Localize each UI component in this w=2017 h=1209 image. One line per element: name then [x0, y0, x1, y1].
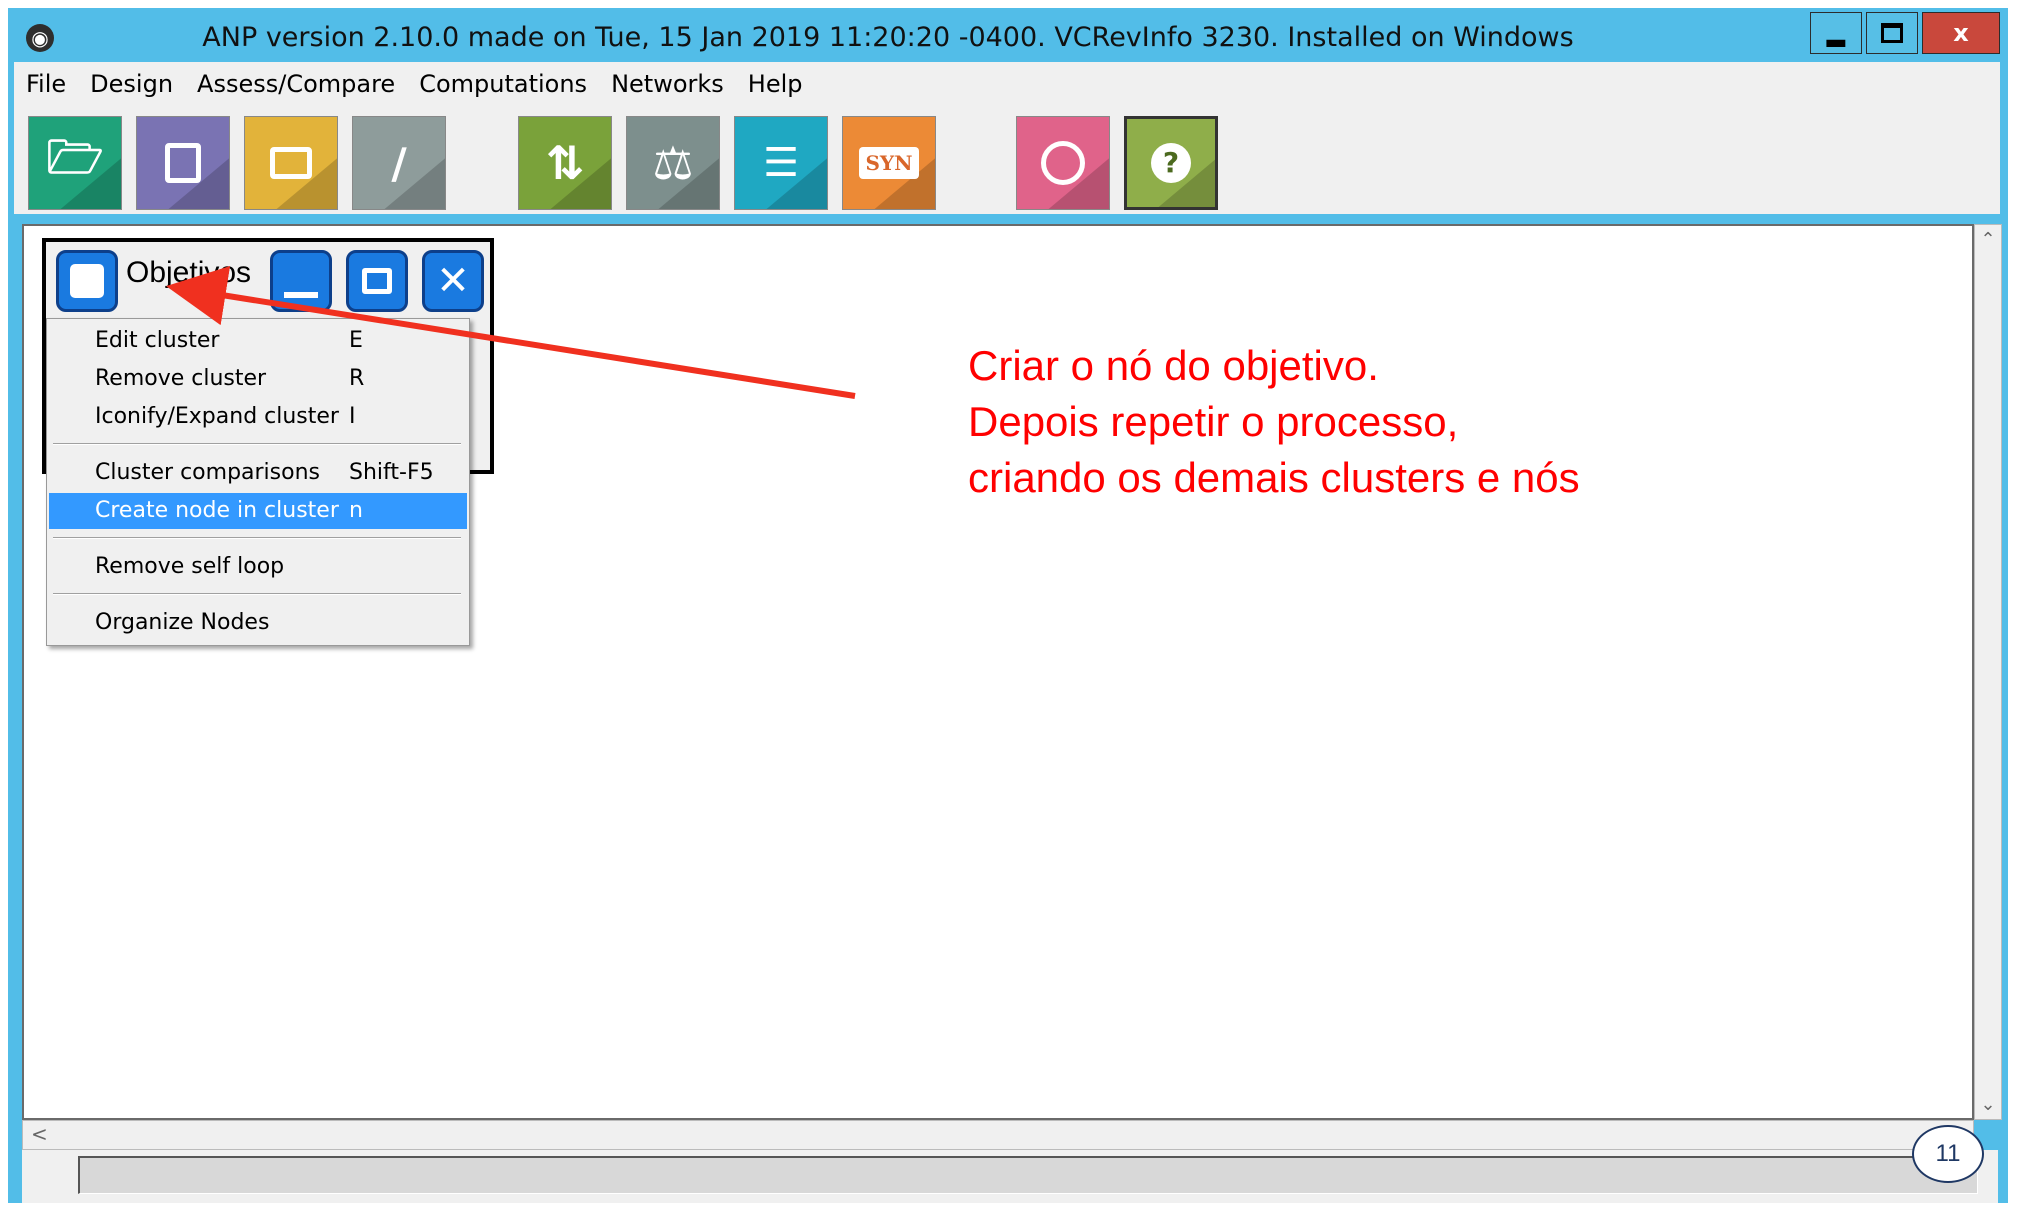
balance-icon: ⚖ — [652, 136, 694, 190]
broadcast-icon — [1041, 141, 1085, 185]
synthesis-icon: SYN — [859, 147, 919, 179]
menu-help[interactable]: Help — [736, 70, 815, 98]
close-icon: x — [1953, 19, 1969, 47]
menu-item-organize-nodes[interactable]: Organize Nodes — [49, 605, 467, 641]
menu-separator — [53, 537, 461, 539]
horizontal-scrollbar[interactable]: < — [22, 1120, 1974, 1150]
globe-icon[interactable]: ◉ — [26, 24, 54, 52]
maximize-icon[interactable] — [346, 250, 408, 312]
menu-separator — [53, 443, 461, 445]
menu-file[interactable]: File — [14, 70, 78, 98]
scroll-down-icon[interactable]: ⌄ — [1975, 1094, 2001, 1115]
maximize-button[interactable] — [1866, 12, 1918, 54]
close-icon[interactable]: ✕ — [422, 250, 484, 312]
menu-bar: File Design Assess/Compare Computations … — [14, 62, 2000, 106]
help-icon: ? — [1151, 143, 1191, 183]
refresh-icon: ⇅ — [545, 136, 585, 190]
cluster-icon[interactable] — [56, 250, 118, 312]
context-menu: Edit cluster E Remove cluster R Iconify/Ex… — [46, 318, 470, 646]
annotation-line: Depois repetir o processo, — [968, 398, 1459, 445]
help-button[interactable]: ? — [1124, 116, 1218, 210]
scroll-left-icon[interactable]: < — [31, 1122, 48, 1146]
network-button[interactable] — [1016, 116, 1110, 210]
menu-item-remove-cluster[interactable]: Remove cluster R — [49, 361, 467, 397]
menu-assess-compare[interactable]: Assess/Compare — [185, 70, 407, 98]
title-bar[interactable]: ◉ ANP version 2.10.0 made on Tue, 15 Jan… — [8, 8, 2008, 68]
sliders-icon: ☰ — [763, 140, 799, 186]
open-folder-icon: 🗁 — [46, 130, 104, 184]
menu-computations[interactable]: Computations — [407, 70, 599, 98]
compare-button[interactable]: ⚖ — [626, 116, 720, 210]
toolbar: 🗁 ∕ ⇅ ⚖ ☰ SYN ? — [14, 106, 2000, 214]
cluster-name: Objetivos — [126, 256, 252, 289]
save-icon — [165, 143, 201, 183]
settings-button[interactable]: ☰ — [734, 116, 828, 210]
menu-separator — [53, 593, 461, 595]
menu-item-edit-cluster[interactable]: Edit cluster E — [49, 323, 467, 359]
menu-item-remove-self-loop[interactable]: Remove self loop — [49, 549, 467, 585]
print-button[interactable] — [244, 116, 338, 210]
minimize-icon: ▂ — [1826, 19, 1846, 47]
menu-item-create-node[interactable]: Create node in cluster n — [49, 493, 467, 529]
vertical-scrollbar[interactable]: ⌃ ⌄ — [1974, 224, 2002, 1120]
maximize-icon — [1881, 23, 1903, 43]
print-icon — [270, 147, 312, 179]
save-button[interactable] — [136, 116, 230, 210]
window-title: ANP version 2.10.0 made on Tue, 15 Jan 2… — [202, 22, 1574, 53]
scroll-up-icon[interactable]: ⌃ — [1975, 229, 2001, 250]
status-bar — [22, 1150, 1998, 1203]
menu-networks[interactable]: Networks — [599, 70, 736, 98]
synthesis-button[interactable]: SYN — [842, 116, 936, 210]
page-number: 11 — [1912, 1125, 1984, 1183]
close-button[interactable]: x — [1922, 12, 2000, 54]
menu-design[interactable]: Design — [78, 70, 185, 98]
cluster-header[interactable]: Objetivos ✕ — [50, 246, 490, 316]
status-field — [78, 1156, 1978, 1194]
open-button[interactable]: 🗁 — [28, 116, 122, 210]
minimize-button[interactable]: ▂ — [1810, 12, 1862, 54]
annotation-line: Criar o nó do objetivo. — [968, 342, 1379, 389]
annotation-text: Criar o nó do objetivo. Depois repetir o… — [968, 338, 1580, 506]
menu-item-cluster-comparisons[interactable]: Cluster comparisons Shift-F5 — [49, 455, 467, 491]
attach-button[interactable]: ∕ — [352, 116, 446, 210]
menu-item-iconify-expand[interactable]: Iconify/Expand cluster I — [49, 399, 467, 435]
annotation-line: criando os demais clusters e nós — [968, 454, 1580, 501]
refresh-button[interactable]: ⇅ — [518, 116, 612, 210]
paperclip-icon: ∕ — [391, 138, 407, 188]
minimize-icon[interactable] — [270, 250, 332, 312]
